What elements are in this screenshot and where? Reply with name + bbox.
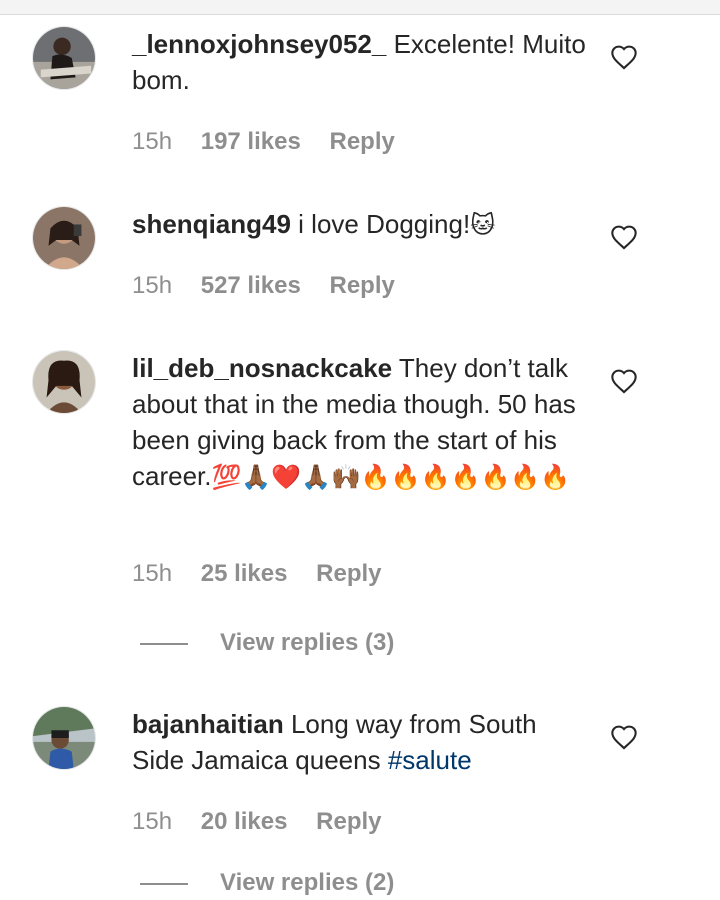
comment-username[interactable]: lil_deb_nosnackcake bbox=[132, 353, 392, 383]
comment-text: i love Dogging! bbox=[298, 209, 471, 239]
avatar[interactable] bbox=[32, 26, 96, 90]
comment-meta: 15h 527 likes Reply bbox=[132, 269, 417, 303]
comment-likes[interactable]: 25 likes bbox=[201, 557, 288, 591]
reply-button[interactable]: Reply bbox=[329, 269, 394, 303]
comment-likes[interactable]: 197 likes bbox=[201, 125, 301, 159]
comment-body: bajanhaitian Long way from South Side Ja… bbox=[132, 706, 592, 778]
heart-icon[interactable] bbox=[610, 224, 638, 250]
comment-time: 15h bbox=[132, 808, 173, 835]
avatar[interactable] bbox=[32, 206, 96, 270]
heart-icon[interactable] bbox=[610, 44, 638, 70]
comment-emoji: 🐱 bbox=[470, 211, 496, 239]
reply-button[interactable]: Reply bbox=[316, 557, 381, 591]
view-replies-label[interactable]: View replies (3) bbox=[220, 629, 394, 656]
comment-meta: 15h 197 likes Reply bbox=[132, 125, 417, 159]
comment-body: lil_deb_nosnackcake They don’t talk abou… bbox=[132, 350, 592, 495]
divider-line bbox=[140, 882, 188, 885]
view-replies-button[interactable]: View replies (3) bbox=[140, 626, 394, 660]
comment-username[interactable]: shenqiang49 bbox=[132, 209, 291, 239]
view-replies-label[interactable]: View replies (2) bbox=[220, 869, 394, 896]
heart-icon[interactable] bbox=[610, 724, 638, 750]
avatar[interactable] bbox=[32, 350, 96, 414]
top-divider bbox=[0, 0, 720, 15]
comment-time: 15h bbox=[132, 560, 173, 587]
comment-username[interactable]: _lennoxjohnsey052_ bbox=[132, 29, 386, 59]
heart-icon[interactable] bbox=[610, 368, 638, 394]
reply-button[interactable]: Reply bbox=[329, 125, 394, 159]
comment-likes[interactable]: 527 likes bbox=[201, 269, 301, 303]
avatar[interactable] bbox=[32, 706, 96, 770]
comment-meta: 15h 20 likes Reply bbox=[132, 805, 404, 839]
comment-username[interactable]: bajanhaitian bbox=[132, 709, 284, 739]
divider-line bbox=[140, 642, 188, 645]
comment-meta: 15h 25 likes Reply bbox=[132, 557, 404, 591]
comment-time: 15h bbox=[132, 128, 173, 155]
comment-body: _lennoxjohnsey052_ Excelente! Muito bom. bbox=[132, 26, 592, 98]
comment-time: 15h bbox=[132, 272, 173, 299]
comment-body: shenqiang49 i love Dogging!🐱 bbox=[132, 206, 592, 243]
reply-button[interactable]: Reply bbox=[316, 805, 381, 839]
view-replies-button[interactable]: View replies (2) bbox=[140, 866, 394, 900]
comment-hashtag[interactable]: #salute bbox=[388, 745, 472, 775]
comment-likes[interactable]: 20 likes bbox=[201, 805, 288, 839]
comment-emoji: 💯🙏🏾❤️🙏🏾🙌🏾🔥🔥🔥🔥🔥🔥🔥 bbox=[211, 463, 571, 491]
